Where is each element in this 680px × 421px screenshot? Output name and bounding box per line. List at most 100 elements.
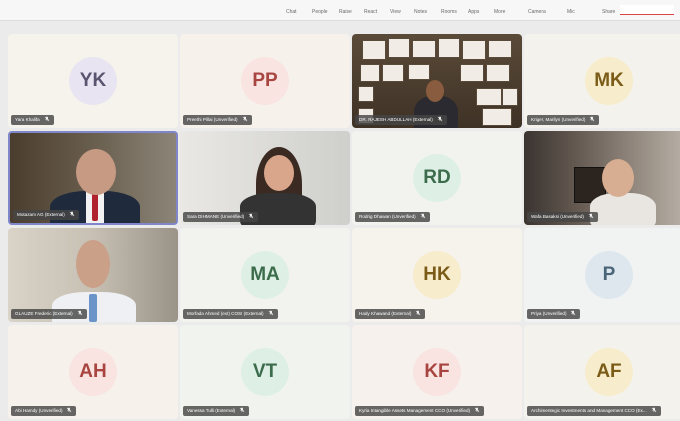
picture-frame xyxy=(502,88,518,106)
toolbar-notes[interactable]: Notes xyxy=(414,9,427,15)
picture-frame xyxy=(388,38,410,58)
participant-tile[interactable]: KF Kyria Intangible Assets Management CCO… xyxy=(352,325,522,419)
toolbar-people[interactable]: People xyxy=(312,9,328,15)
toolbar-camera[interactable]: Camera xyxy=(528,9,546,15)
picture-frame xyxy=(382,64,404,82)
toolbar-share[interactable]: Share xyxy=(602,9,615,15)
participant-name-label: Kyria Intangible Assets Management CCO (… xyxy=(355,406,485,416)
participant-name: Priya (Unverified) xyxy=(531,311,567,316)
picture-frame xyxy=(438,38,460,58)
picture-frame xyxy=(360,64,380,82)
toolbar-raise[interactable]: Raise xyxy=(339,9,352,15)
participant-avatar: MK xyxy=(585,57,633,105)
toolbar-react[interactable]: React xyxy=(364,9,377,15)
participant-avatar: AH xyxy=(69,348,117,396)
person-head xyxy=(264,155,294,191)
participant-tile[interactable]: VT Vanessa Tulli (External) xyxy=(180,325,350,419)
participant-avatar: YK xyxy=(69,57,117,105)
mic-muted-icon xyxy=(268,310,273,316)
participant-avatar: RD xyxy=(413,154,461,202)
participant-tile[interactable]: Wafa Basaksi (Unverified) xyxy=(524,131,680,225)
participant-name: Kriger, Marilyn (Unverified) xyxy=(531,117,586,122)
mic-muted-icon xyxy=(437,116,443,122)
participant-tile[interactable]: DR. RAJESH ABDULLAH (External) xyxy=(352,34,522,128)
participant-tile[interactable]: MA Morfada Ahmed (ext) COSI (External) xyxy=(180,228,350,322)
mic-muted-icon xyxy=(474,407,480,413)
participant-name: Wafa Basaksi (Unverified) xyxy=(531,214,584,219)
participant-name-label: Priya (Unverified) xyxy=(527,309,581,319)
mic-muted-icon xyxy=(77,310,82,316)
participant-name-label: Yara Khalifa xyxy=(11,115,54,125)
toolbar-rooms[interactable]: Rooms xyxy=(441,9,457,15)
picture-frame xyxy=(412,40,436,58)
participant-name: DR. RAJESH ABDULLAH (External) xyxy=(359,117,433,122)
person-head xyxy=(426,80,444,102)
participant-tile[interactable]: GLAUZE Frederic (External) xyxy=(8,228,178,322)
participant-name-label: GLAUZE Frederic (External) xyxy=(11,309,87,319)
participant-name: Kyria Intangible Assets Management CCO (… xyxy=(359,408,471,413)
toolbar-chat[interactable]: Chat xyxy=(286,9,297,15)
participant-name-label: Morfada Ahmed (ext) COSI (External) xyxy=(183,309,278,319)
participant-name-label: Vanessa Tulli (External) xyxy=(183,406,250,416)
picture-frame xyxy=(362,40,386,60)
mic-muted-icon xyxy=(651,407,656,413)
participant-tile[interactable]: MK Kriger, Marilyn (Unverified) xyxy=(524,34,680,128)
participant-name-label: Hady Khawand (External) xyxy=(355,309,426,319)
participant-tile[interactable]: Sara DIHMANE (Unverified) xyxy=(180,131,350,225)
participant-name: Motazam AG (External) xyxy=(17,212,65,217)
participant-name: Rodrig Dhawan (Unverified) xyxy=(359,214,416,219)
participant-name: Morfada Ahmed (ext) COSI (External) xyxy=(187,311,264,316)
leave-button[interactable] xyxy=(620,5,674,15)
participant-tile[interactable]: HK Hady Khawand (External) xyxy=(352,228,522,322)
participant-name: Sara DIHMANE (Unverified) xyxy=(187,214,245,219)
video-grid: YK Yara Khalifa PP Preethi Pillai (Unverif… xyxy=(8,34,680,421)
picture-frame xyxy=(408,64,430,80)
participant-tile[interactable]: PP Preethi Pillai (Unverified) xyxy=(180,34,350,128)
participant-name: Abi Hamdy (Unverified) xyxy=(15,408,63,413)
mic-muted-icon xyxy=(67,407,72,413)
mic-muted-icon xyxy=(571,310,576,316)
mic-muted-icon xyxy=(69,211,75,217)
participant-name-label: Abi Hamdy (Unverified) xyxy=(11,406,77,416)
picture-frame xyxy=(462,40,486,60)
toolbar-view[interactable]: View xyxy=(390,9,401,15)
toolbar-apps[interactable]: Apps xyxy=(468,9,479,15)
participant-avatar: VT xyxy=(241,348,289,396)
mic-muted-icon xyxy=(588,213,594,219)
participant-name-label: Preethi Pillai (Unverified) xyxy=(183,115,252,125)
mic-muted-icon xyxy=(44,116,49,122)
picture-frame xyxy=(486,64,510,82)
toolbar-more[interactable]: More xyxy=(494,9,505,15)
mic-muted-icon xyxy=(590,116,595,122)
participant-name: Yara Khalifa xyxy=(15,117,40,122)
participant-name: Preethi Pillai (Unverified) xyxy=(187,117,238,122)
participant-tile[interactable]: AF Archimentegic Investments and Manageme… xyxy=(524,325,680,419)
participant-tile[interactable]: Motazam AG (External) xyxy=(8,131,178,225)
participant-name: GLAUZE Frederic (External) xyxy=(15,311,73,316)
participant-tile[interactable]: RD Rodrig Dhawan (Unverified) xyxy=(352,131,522,225)
toolbar-mic[interactable]: Mic xyxy=(567,9,575,15)
mic-muted-icon xyxy=(416,310,421,316)
participant-name-label: Sara DIHMANE (Unverified) xyxy=(183,212,259,222)
tie xyxy=(92,193,98,221)
mic-muted-icon xyxy=(239,407,245,413)
picture-frame xyxy=(460,64,484,82)
participant-name-label: Wafa Basaksi (Unverified) xyxy=(527,212,598,222)
participant-avatar: KF xyxy=(413,348,461,396)
person-body xyxy=(590,193,656,225)
mic-muted-icon xyxy=(248,213,254,219)
person-head xyxy=(76,240,110,288)
participant-tile[interactable]: P Priya (Unverified) xyxy=(524,228,680,322)
picture-frame xyxy=(482,108,512,126)
person-head xyxy=(602,159,634,197)
tie xyxy=(89,294,97,322)
participant-name-label: Archimentegic Investments and Management… xyxy=(527,406,661,416)
participant-name-label: Rodrig Dhawan (Unverified) xyxy=(355,212,430,222)
meeting-toolbar: Chat People Raise React View Notes Rooms… xyxy=(0,0,680,21)
participant-tile[interactable]: AH Abi Hamdy (Unverified) xyxy=(8,325,178,419)
picture-frame xyxy=(488,40,512,58)
person-head xyxy=(76,149,116,195)
participant-tile[interactable]: YK Yara Khalifa xyxy=(8,34,178,128)
participant-avatar: HK xyxy=(413,251,461,299)
participant-avatar: P xyxy=(585,251,633,299)
